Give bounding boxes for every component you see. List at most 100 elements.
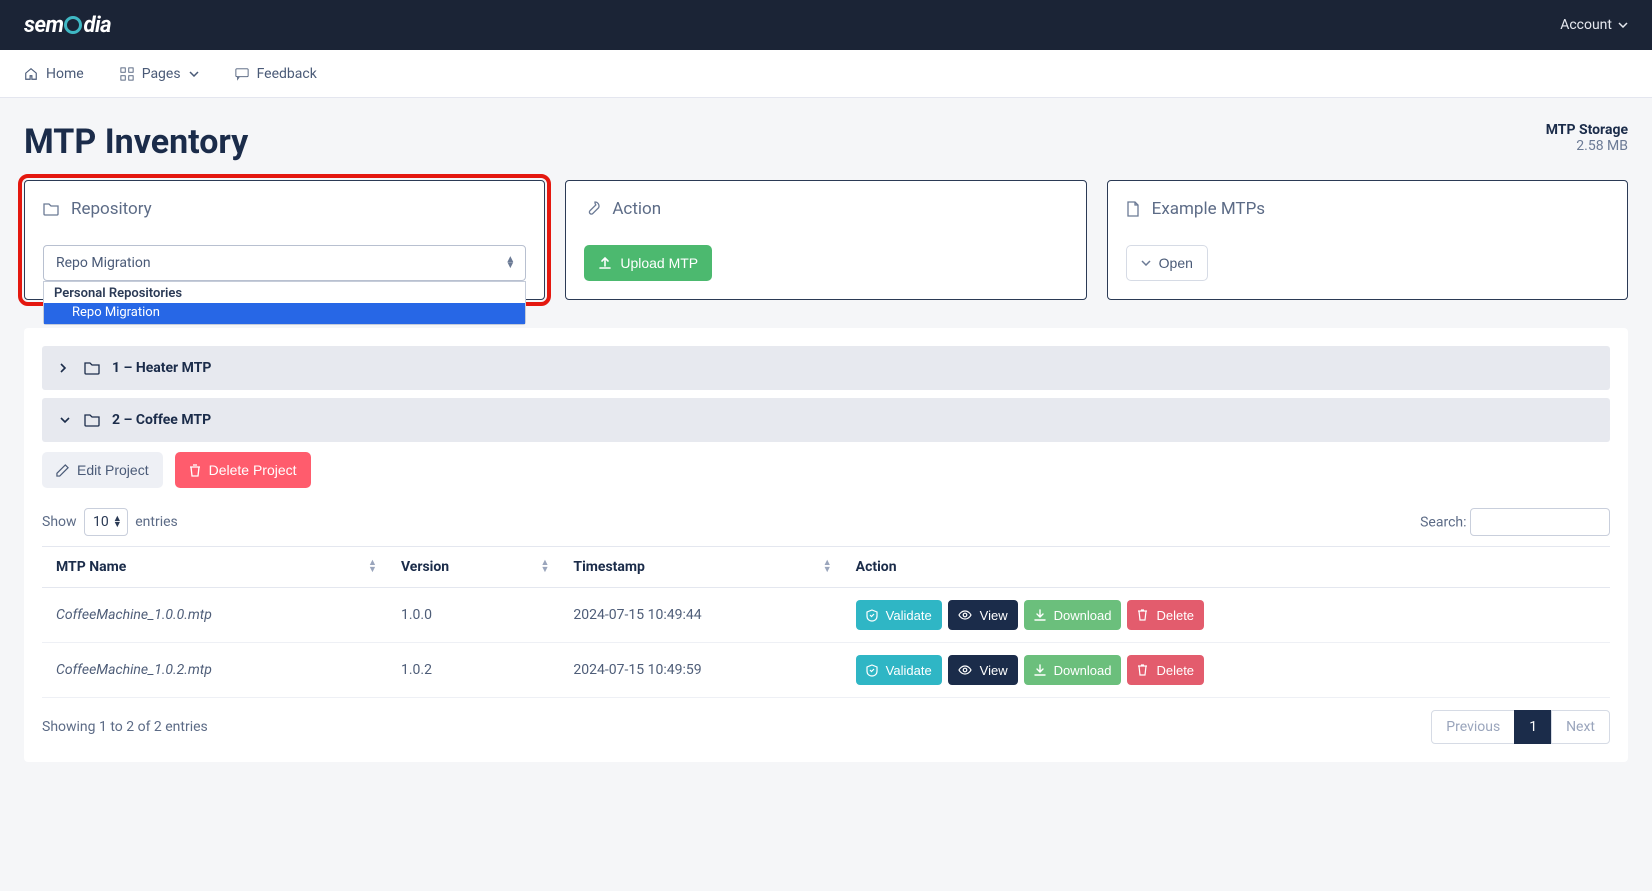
dropdown-group: Personal Repositories — [44, 282, 525, 303]
search-input[interactable] — [1470, 508, 1610, 536]
project-row-coffee-label: 2 – Coffee MTP — [112, 412, 211, 428]
repository-dropdown: Personal Repositories Repo Migration — [43, 281, 526, 325]
validate-button[interactable]: Validate — [856, 600, 942, 630]
download-icon — [1034, 664, 1046, 677]
pencil-icon — [56, 464, 69, 477]
table-footer: Showing 1 to 2 of 2 entries Previous 1 N… — [42, 710, 1610, 744]
eye-icon — [958, 665, 972, 675]
repository-select[interactable]: Repo Migration ▲▼ — [43, 245, 526, 281]
nav-home[interactable]: Home — [24, 66, 84, 82]
logo: sem dia — [24, 13, 111, 38]
delete-project-button[interactable]: Delete Project — [175, 452, 311, 488]
trash-icon — [1137, 664, 1148, 676]
entries-value: 10 — [93, 514, 109, 530]
entries-control: Show 10 ▲▼ entries — [42, 508, 178, 536]
shield-check-icon — [866, 609, 878, 622]
col-action: Action — [842, 547, 1610, 588]
chat-icon — [235, 67, 249, 81]
chevron-down-icon — [60, 417, 72, 424]
project-row-heater[interactable]: 1 – Heater MTP — [42, 346, 1610, 390]
sort-icon: ▲▼ — [823, 560, 832, 574]
edit-project-label: Edit Project — [77, 462, 149, 478]
sort-icon: ▲▼ — [368, 560, 377, 574]
action-card-header: Action — [584, 199, 1067, 219]
search-label: Search: — [1420, 515, 1466, 531]
validate-label: Validate — [886, 608, 932, 623]
view-label: View — [980, 663, 1008, 678]
col-mtp-name-label: MTP Name — [56, 559, 126, 575]
folder-icon — [43, 202, 59, 216]
validate-button[interactable]: Validate — [856, 655, 942, 685]
folder-icon — [84, 362, 100, 375]
projects-panel: 1 – Heater MTP 2 – Coffee MTP Edit Proje… — [24, 328, 1628, 762]
view-button[interactable]: View — [948, 655, 1018, 685]
nav-home-label: Home — [46, 66, 84, 82]
grid-icon — [120, 67, 134, 81]
cell-name: CoffeeMachine_1.0.2.mtp — [42, 643, 387, 698]
pager-prev[interactable]: Previous — [1431, 710, 1515, 744]
view-button[interactable]: View — [948, 600, 1018, 630]
repository-card: Repository Repo Migration ▲▼ Personal Re… — [24, 180, 545, 300]
cell-actions: Validate View Download — [842, 643, 1610, 698]
top-navbar: sem dia Account — [0, 0, 1652, 50]
select-caret-icon: ▲▼ — [113, 516, 122, 528]
validate-label: Validate — [886, 663, 932, 678]
page-header: MTP Inventory MTP Storage 2.58 MB — [24, 122, 1628, 162]
nav-feedback-label: Feedback — [257, 66, 317, 82]
action-title: Action — [612, 199, 661, 219]
show-label: Show — [42, 514, 77, 530]
page-title: MTP Inventory — [24, 122, 248, 162]
cell-timestamp: 2024-07-15 10:49:44 — [559, 588, 841, 643]
col-version[interactable]: Version ▲▼ — [387, 547, 559, 588]
col-mtp-name[interactable]: MTP Name ▲▼ — [42, 547, 387, 588]
file-icon — [1126, 201, 1140, 217]
storage-label: MTP Storage — [1546, 122, 1628, 138]
open-example-button[interactable]: Open — [1126, 245, 1208, 281]
entries-select[interactable]: 10 ▲▼ — [84, 508, 128, 536]
delete-label: Delete — [1156, 608, 1194, 623]
wrench-icon — [584, 201, 600, 217]
table-row: CoffeeMachine_1.0.0.mtp 1.0.0 2024-07-15… — [42, 588, 1610, 643]
cards-row: Repository Repo Migration ▲▼ Personal Re… — [24, 180, 1628, 300]
chevron-down-icon — [1618, 22, 1628, 28]
chevron-right-icon — [60, 363, 72, 373]
download-button[interactable]: Download — [1024, 655, 1122, 685]
nav-feedback[interactable]: Feedback — [235, 66, 317, 82]
example-card-header: Example MTPs — [1126, 199, 1609, 219]
sort-icon: ▲▼ — [541, 560, 550, 574]
chevron-down-icon — [1141, 260, 1151, 266]
delete-label: Delete — [1156, 663, 1194, 678]
page-body: MTP Inventory MTP Storage 2.58 MB Reposi… — [0, 98, 1652, 786]
nav-pages[interactable]: Pages — [120, 66, 199, 82]
upload-mtp-button[interactable]: Upload MTP — [584, 245, 712, 281]
cell-version: 1.0.0 — [387, 588, 559, 643]
example-mtps-card: Example MTPs Open — [1107, 180, 1628, 300]
delete-button[interactable]: Delete — [1127, 600, 1204, 630]
col-timestamp[interactable]: Timestamp ▲▼ — [559, 547, 841, 588]
entries-label: entries — [135, 514, 178, 530]
mtp-table: MTP Name ▲▼ Version ▲▼ Timestamp ▲▼ Acti… — [42, 546, 1610, 698]
pager-page-1[interactable]: 1 — [1514, 710, 1552, 744]
account-label: Account — [1560, 17, 1612, 33]
upload-mtp-label: Upload MTP — [620, 255, 698, 271]
delete-button[interactable]: Delete — [1127, 655, 1204, 685]
view-label: View — [980, 608, 1008, 623]
example-title: Example MTPs — [1152, 199, 1265, 219]
upload-icon — [598, 256, 612, 270]
trash-icon — [189, 464, 201, 477]
storage-info: MTP Storage 2.58 MB — [1546, 122, 1628, 154]
shield-check-icon — [866, 664, 878, 677]
repository-select-wrap: Repo Migration ▲▼ Personal Repositories … — [43, 245, 526, 281]
dropdown-item-repo-migration[interactable]: Repo Migration — [44, 303, 525, 324]
pager-next[interactable]: Next — [1551, 710, 1610, 744]
pagination: Previous 1 Next — [1432, 710, 1610, 744]
repository-title: Repository — [71, 199, 152, 219]
project-row-heater-label: 1 – Heater MTP — [112, 360, 211, 376]
project-row-coffee[interactable]: 2 – Coffee MTP — [42, 398, 1610, 442]
project-actions: Edit Project Delete Project — [42, 452, 1610, 488]
nav-pages-label: Pages — [142, 66, 181, 82]
cell-actions: Validate View Download — [842, 588, 1610, 643]
download-button[interactable]: Download — [1024, 600, 1122, 630]
edit-project-button[interactable]: Edit Project — [42, 452, 163, 488]
account-menu[interactable]: Account — [1560, 17, 1628, 33]
